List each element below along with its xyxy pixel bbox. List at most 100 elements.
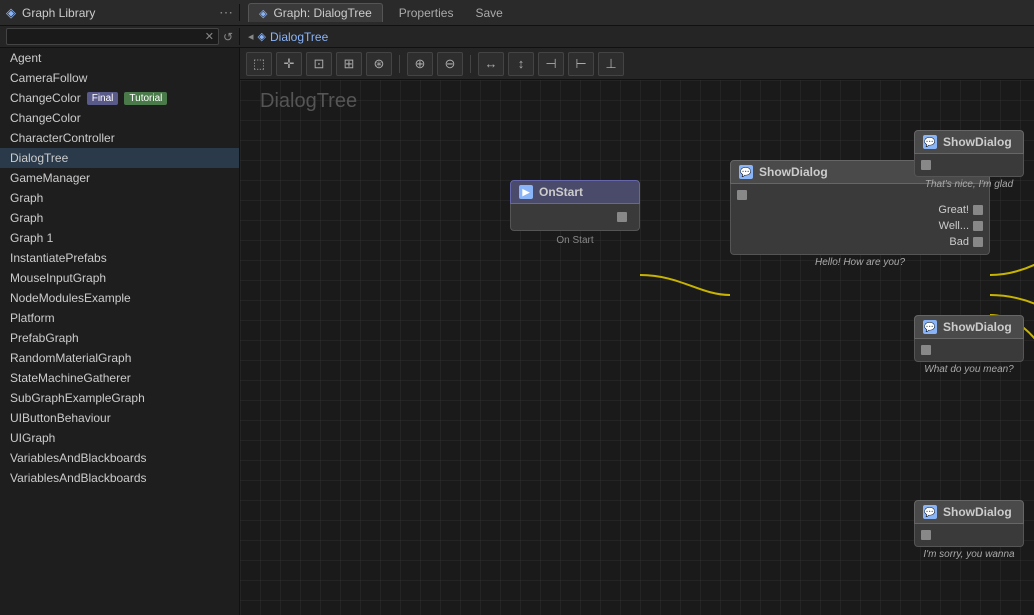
sidebar-label-changecolor-1: ChangeColor	[10, 91, 81, 105]
output-label-great: Great!	[938, 204, 969, 216]
sidebar-item-variablesandblackboards-1[interactable]: VariablesAndBlackboards	[0, 448, 239, 468]
port-bad[interactable]	[973, 237, 983, 247]
align-left-tool[interactable]: ⊣	[538, 52, 564, 76]
sidebar: Agent CameraFollow ChangeColor Final Tut…	[0, 48, 240, 615]
sidebar-label-uibuttonbehaviour: UIButtonBehaviour	[10, 411, 111, 425]
node-showdialog-right2-body	[914, 339, 1024, 362]
sidebar-item-platform[interactable]: Platform	[0, 308, 239, 328]
search-bar: ✕ ↺	[0, 28, 240, 45]
refresh-icon[interactable]: ↺	[223, 30, 233, 44]
sidebar-item-statemachinegatherer[interactable]: StateMachineGatherer	[0, 368, 239, 388]
fit-vertical-tool[interactable]: ↕	[508, 52, 534, 76]
node-onstart[interactable]: ▶ OnStart On Start	[510, 180, 640, 246]
sidebar-item-nodemodulesexample[interactable]: NodeModulesExample	[0, 288, 239, 308]
node-showdialog-right2-header: 💬 ShowDialog	[914, 315, 1024, 339]
distribute-tool[interactable]: ⊥	[598, 52, 624, 76]
sidebar-item-agent[interactable]: Agent	[0, 48, 239, 68]
node-showdialog-right1-header: 💬 ShowDialog	[914, 130, 1024, 154]
clear-icon[interactable]: ✕	[205, 30, 214, 43]
sidebar-item-subgraphexamplegraph[interactable]: SubGraphExampleGraph	[0, 388, 239, 408]
sidebar-label-prefabgraph: PrefabGraph	[10, 331, 79, 345]
node-showdialog-right3[interactable]: 💬 ShowDialog I'm sorry, you wanna	[914, 500, 1024, 562]
showdialog-right3-text: I'm sorry, you wanna	[914, 547, 1024, 562]
sidebar-item-changecolor-2[interactable]: ChangeColor	[0, 108, 239, 128]
sidebar-label-graph-2: Graph	[10, 211, 43, 225]
sidebar-label-dialogtree: DialogTree	[10, 151, 68, 165]
sidebar-item-gamemanager[interactable]: GameManager	[0, 168, 239, 188]
showdialog-center-in-port[interactable]	[737, 190, 747, 200]
node-showdialog-right2[interactable]: 💬 ShowDialog What do you mean?	[914, 315, 1024, 377]
sidebar-label-statemachinegatherer: StateMachineGatherer	[10, 371, 131, 385]
sidebar-label-charactercontroller: CharacterController	[10, 131, 115, 145]
sidebar-item-graph-2[interactable]: Graph	[0, 208, 239, 228]
breadcrumb-icon: ◈	[258, 30, 266, 43]
properties-button[interactable]: Properties	[393, 4, 460, 22]
showdialog-right1-text: That's nice, I'm glad	[914, 177, 1024, 192]
toolbar-separator-1	[399, 55, 400, 73]
graph-library-title: Graph Library	[22, 6, 95, 20]
showdialog-right3-icon: 💬	[923, 505, 937, 519]
fit-horizontal-tool[interactable]: ↔	[478, 52, 504, 76]
showdialog-output-great: Great!	[731, 202, 989, 218]
node-onstart-body	[510, 204, 640, 231]
zoom-in-tool[interactable]: ⊕	[407, 52, 433, 76]
align-right-tool[interactable]: ⊢	[568, 52, 594, 76]
breadcrumb-dialogtree[interactable]: ◈ DialogTree	[258, 30, 329, 44]
node-showdialog-center-body: Great! Well... Bad	[730, 184, 990, 255]
graph-tab-bar: ◈ Graph: DialogTree Properties Save	[240, 3, 1034, 22]
select-tool[interactable]: ✛	[276, 52, 302, 76]
zoom-out-tool[interactable]: ⊖	[437, 52, 463, 76]
dialog-tree-tab[interactable]: ◈ Graph: DialogTree	[248, 3, 383, 22]
sidebar-item-uibuttonbehaviour[interactable]: UIButtonBehaviour	[0, 408, 239, 428]
sidebar-item-mouseinputgraph[interactable]: MouseInputGraph	[0, 268, 239, 288]
search-box[interactable]: ✕	[6, 28, 219, 45]
align-tool[interactable]: ⊡	[306, 52, 332, 76]
save-button[interactable]: Save	[469, 4, 508, 22]
sidebar-item-uigraph[interactable]: UIGraph	[0, 428, 239, 448]
output-label-bad: Bad	[949, 236, 969, 248]
right2-in-port[interactable]	[921, 345, 931, 355]
showdialog-center-text: Hello! How are you?	[730, 255, 990, 270]
sidebar-item-prefabgraph[interactable]: PrefabGraph	[0, 328, 239, 348]
graph-library-header: ◈ Graph Library ⋯	[0, 4, 240, 21]
showdialog-right3-in	[915, 528, 1023, 542]
onstart-out-port[interactable]	[617, 212, 627, 222]
sidebar-item-graph-1[interactable]: Graph	[0, 188, 239, 208]
breadcrumb-arrow: ◂	[248, 30, 254, 43]
sidebar-label-variablesandblackboards-2: VariablesAndBlackboards	[10, 471, 147, 485]
sidebar-label-randommaterialgraph: RandomMaterialGraph	[10, 351, 131, 365]
showdialog-output-well: Well...	[731, 218, 989, 234]
graph-canvas[interactable]: DialogTree ▶ OnStart	[240, 80, 1034, 615]
sidebar-item-changecolor-1[interactable]: ChangeColor Final Tutorial	[0, 88, 239, 108]
sidebar-item-randommaterialgraph[interactable]: RandomMaterialGraph	[0, 348, 239, 368]
second-bar: ✕ ↺ ◂ ◈ DialogTree	[0, 26, 1034, 48]
showdialog-center-icon: 💬	[739, 165, 753, 179]
sidebar-label-platform: Platform	[10, 311, 55, 325]
toolbar-separator-2	[470, 55, 471, 73]
marquee-tool[interactable]: ⬚	[246, 52, 272, 76]
sidebar-label-variablesandblackboards-1: VariablesAndBlackboards	[10, 451, 147, 465]
more-options-icon[interactable]: ⋯	[219, 4, 233, 21]
sidebar-label-gamemanager: GameManager	[10, 171, 90, 185]
sidebar-label-changecolor-2: ChangeColor	[10, 111, 81, 125]
sidebar-item-camerafollow[interactable]: CameraFollow	[0, 68, 239, 88]
sidebar-item-charactercontroller[interactable]: CharacterController	[0, 128, 239, 148]
onstart-output	[611, 210, 633, 224]
right3-in-port[interactable]	[921, 530, 931, 540]
node-showdialog-right1[interactable]: 💬 ShowDialog That's nice, I'm glad	[914, 130, 1024, 192]
sidebar-item-dialogtree[interactable]: DialogTree	[0, 148, 239, 168]
sidebar-item-instantiateprefabs[interactable]: InstantiatePrefabs	[0, 248, 239, 268]
node-showdialog-right1-label: ShowDialog	[943, 135, 1012, 149]
graph-area[interactable]: ⬚ ✛ ⊡ ⊞ ⊛ ⊕ ⊖ ↔ ↕ ⊣ ⊢ ⊥ DialogTree	[240, 48, 1034, 615]
right1-in-port[interactable]	[921, 160, 931, 170]
output-label-well: Well...	[939, 220, 969, 232]
frame-tool[interactable]: ⊞	[336, 52, 362, 76]
port-great[interactable]	[973, 205, 983, 215]
connect-tool[interactable]: ⊛	[366, 52, 392, 76]
sidebar-item-variablesandblackboards-2[interactable]: VariablesAndBlackboards	[0, 468, 239, 488]
showdialog-right2-icon: 💬	[923, 320, 937, 334]
sidebar-item-graph1[interactable]: Graph 1	[0, 228, 239, 248]
node-showdialog-right2-label: ShowDialog	[943, 320, 1012, 334]
port-well[interactable]	[973, 221, 983, 231]
search-input[interactable]	[11, 31, 201, 43]
